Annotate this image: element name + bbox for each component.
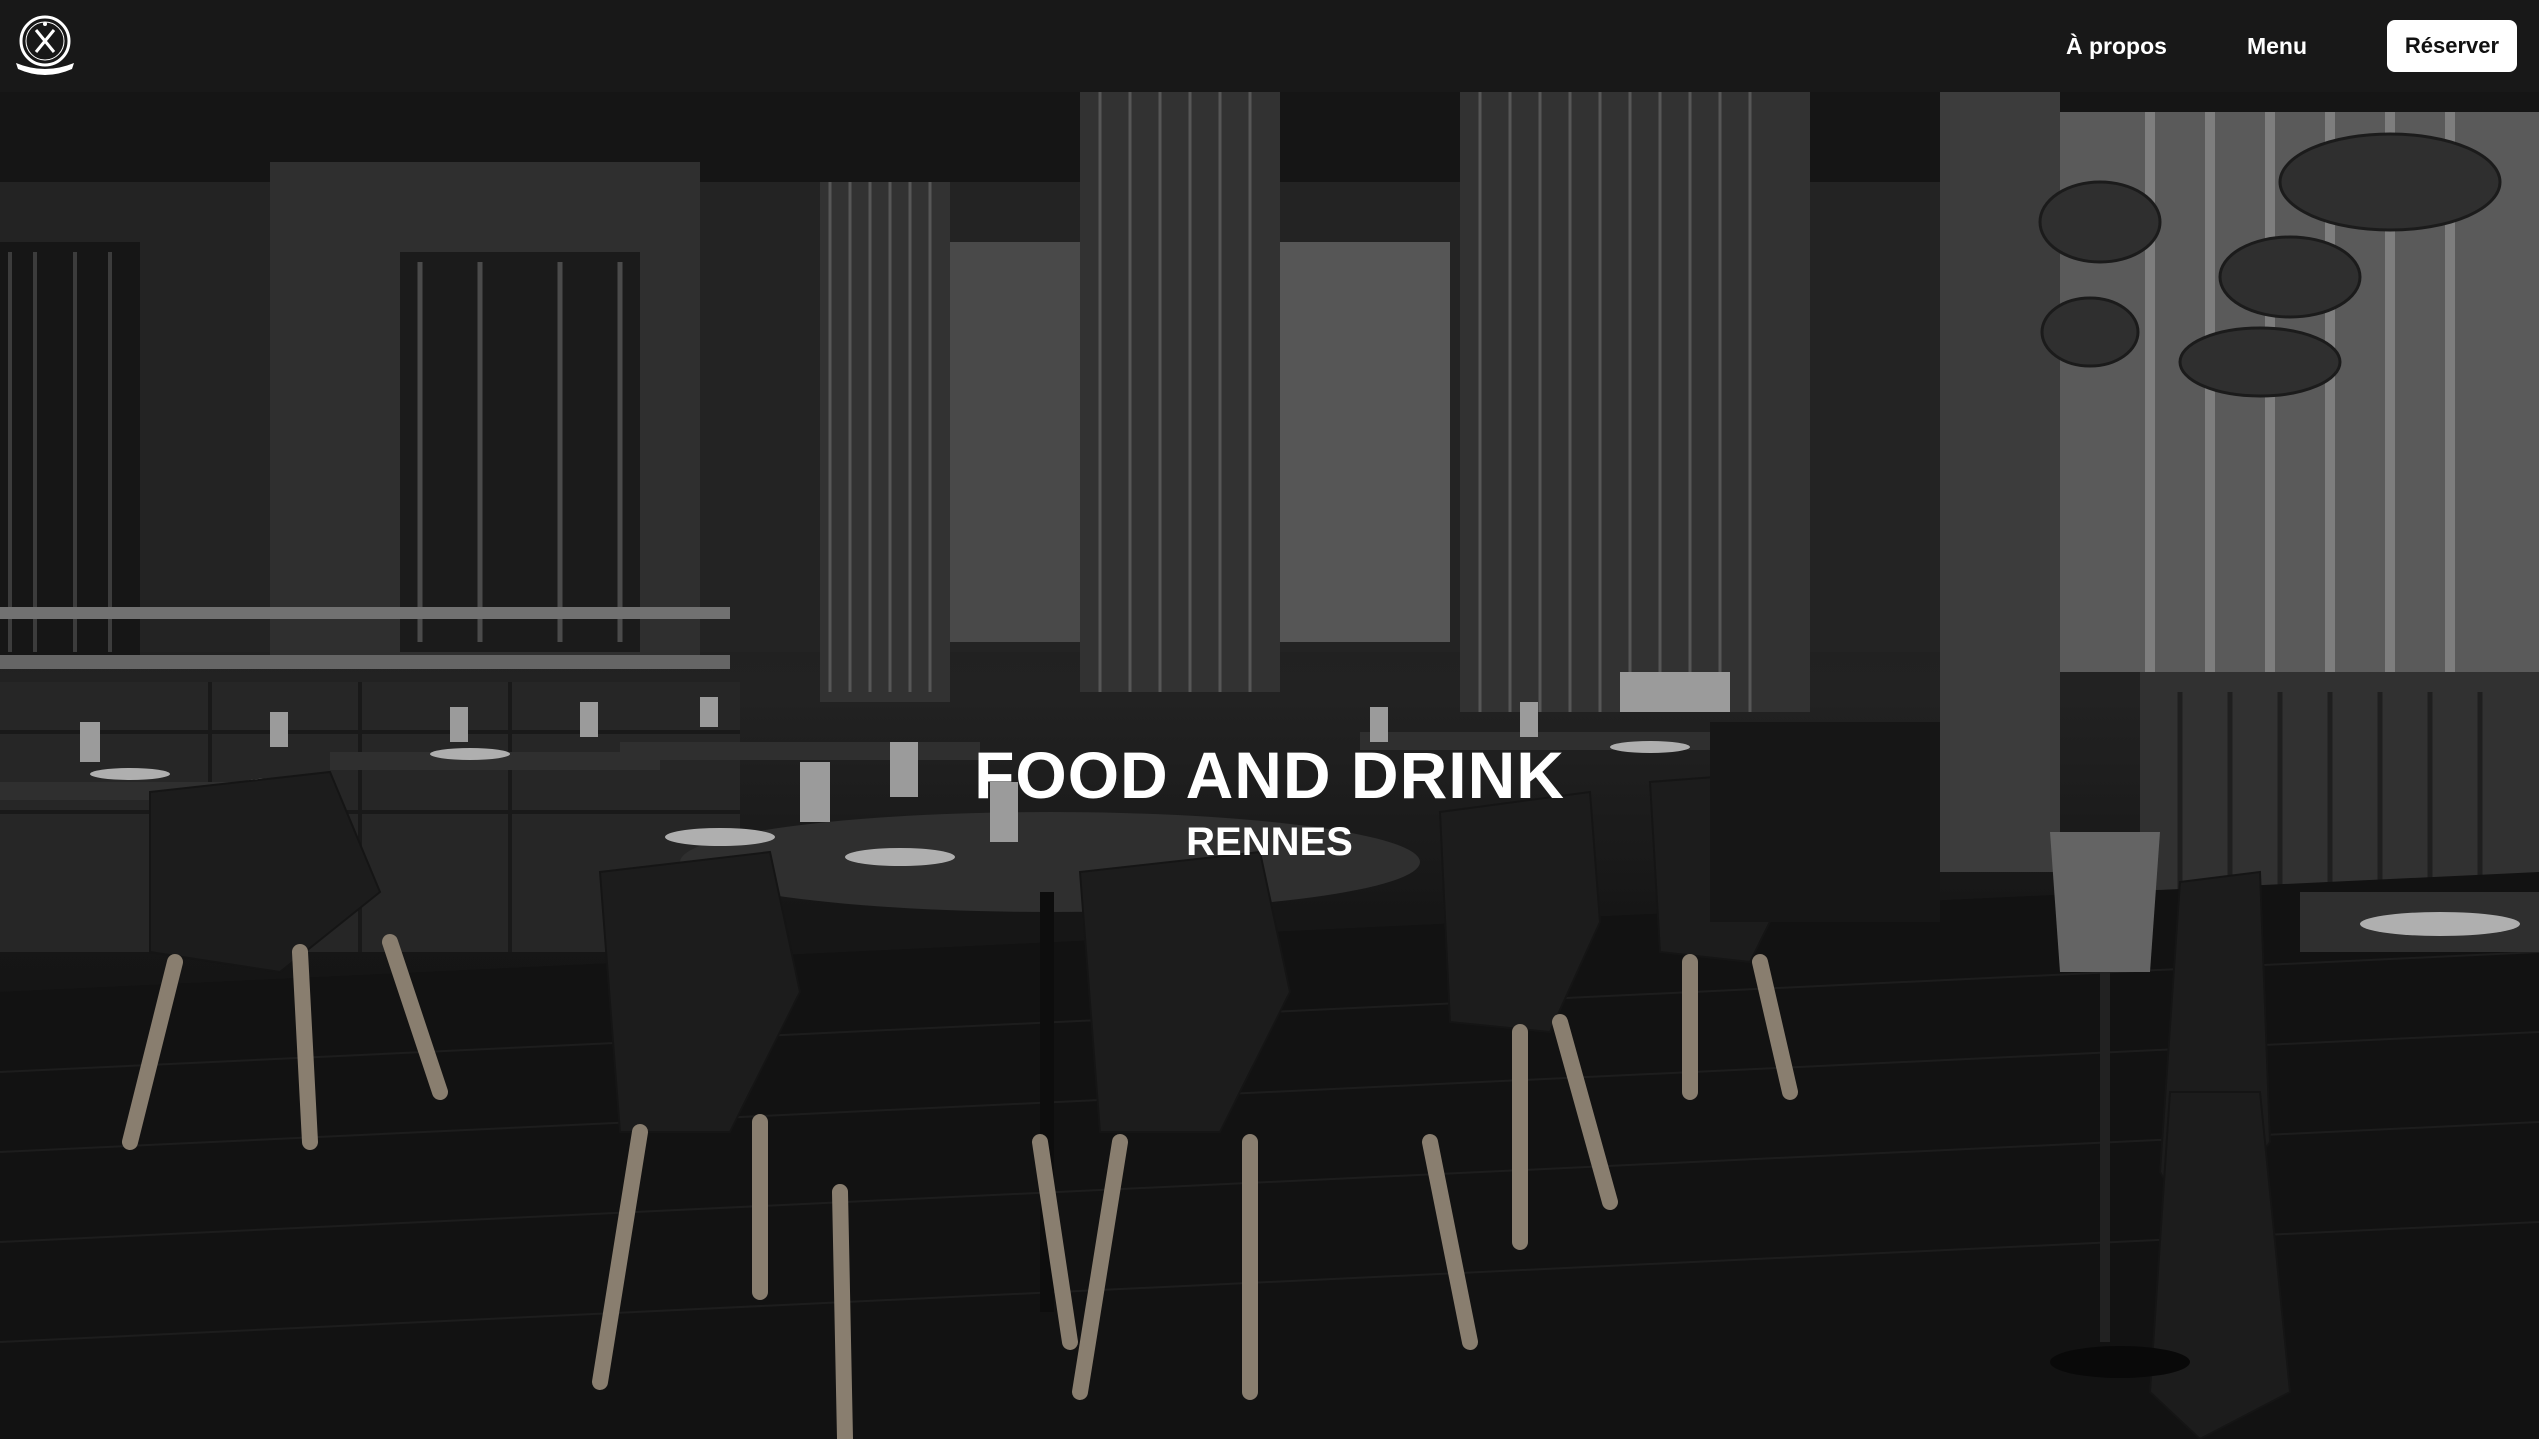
hero-subtitle: RENNES xyxy=(1186,820,1353,864)
page: À propos Menu Réserver FOOD AND DRINK RE… xyxy=(0,0,2539,1439)
nav-links: À propos Menu Réserver xyxy=(2066,20,2517,72)
hero-text: FOOD AND DRINK RENNES xyxy=(0,742,2539,862)
hero-title: FOOD AND DRINK xyxy=(974,738,1565,812)
nav-link-menu[interactable]: Menu xyxy=(2247,33,2307,60)
logo[interactable] xyxy=(10,11,80,81)
restaurant-logo-icon xyxy=(16,15,74,75)
hero: FOOD AND DRINK RENNES xyxy=(0,92,2539,1439)
reserve-button[interactable]: Réserver xyxy=(2387,20,2517,72)
nav-link-about[interactable]: À propos xyxy=(2066,33,2167,60)
navbar: À propos Menu Réserver xyxy=(0,0,2539,92)
